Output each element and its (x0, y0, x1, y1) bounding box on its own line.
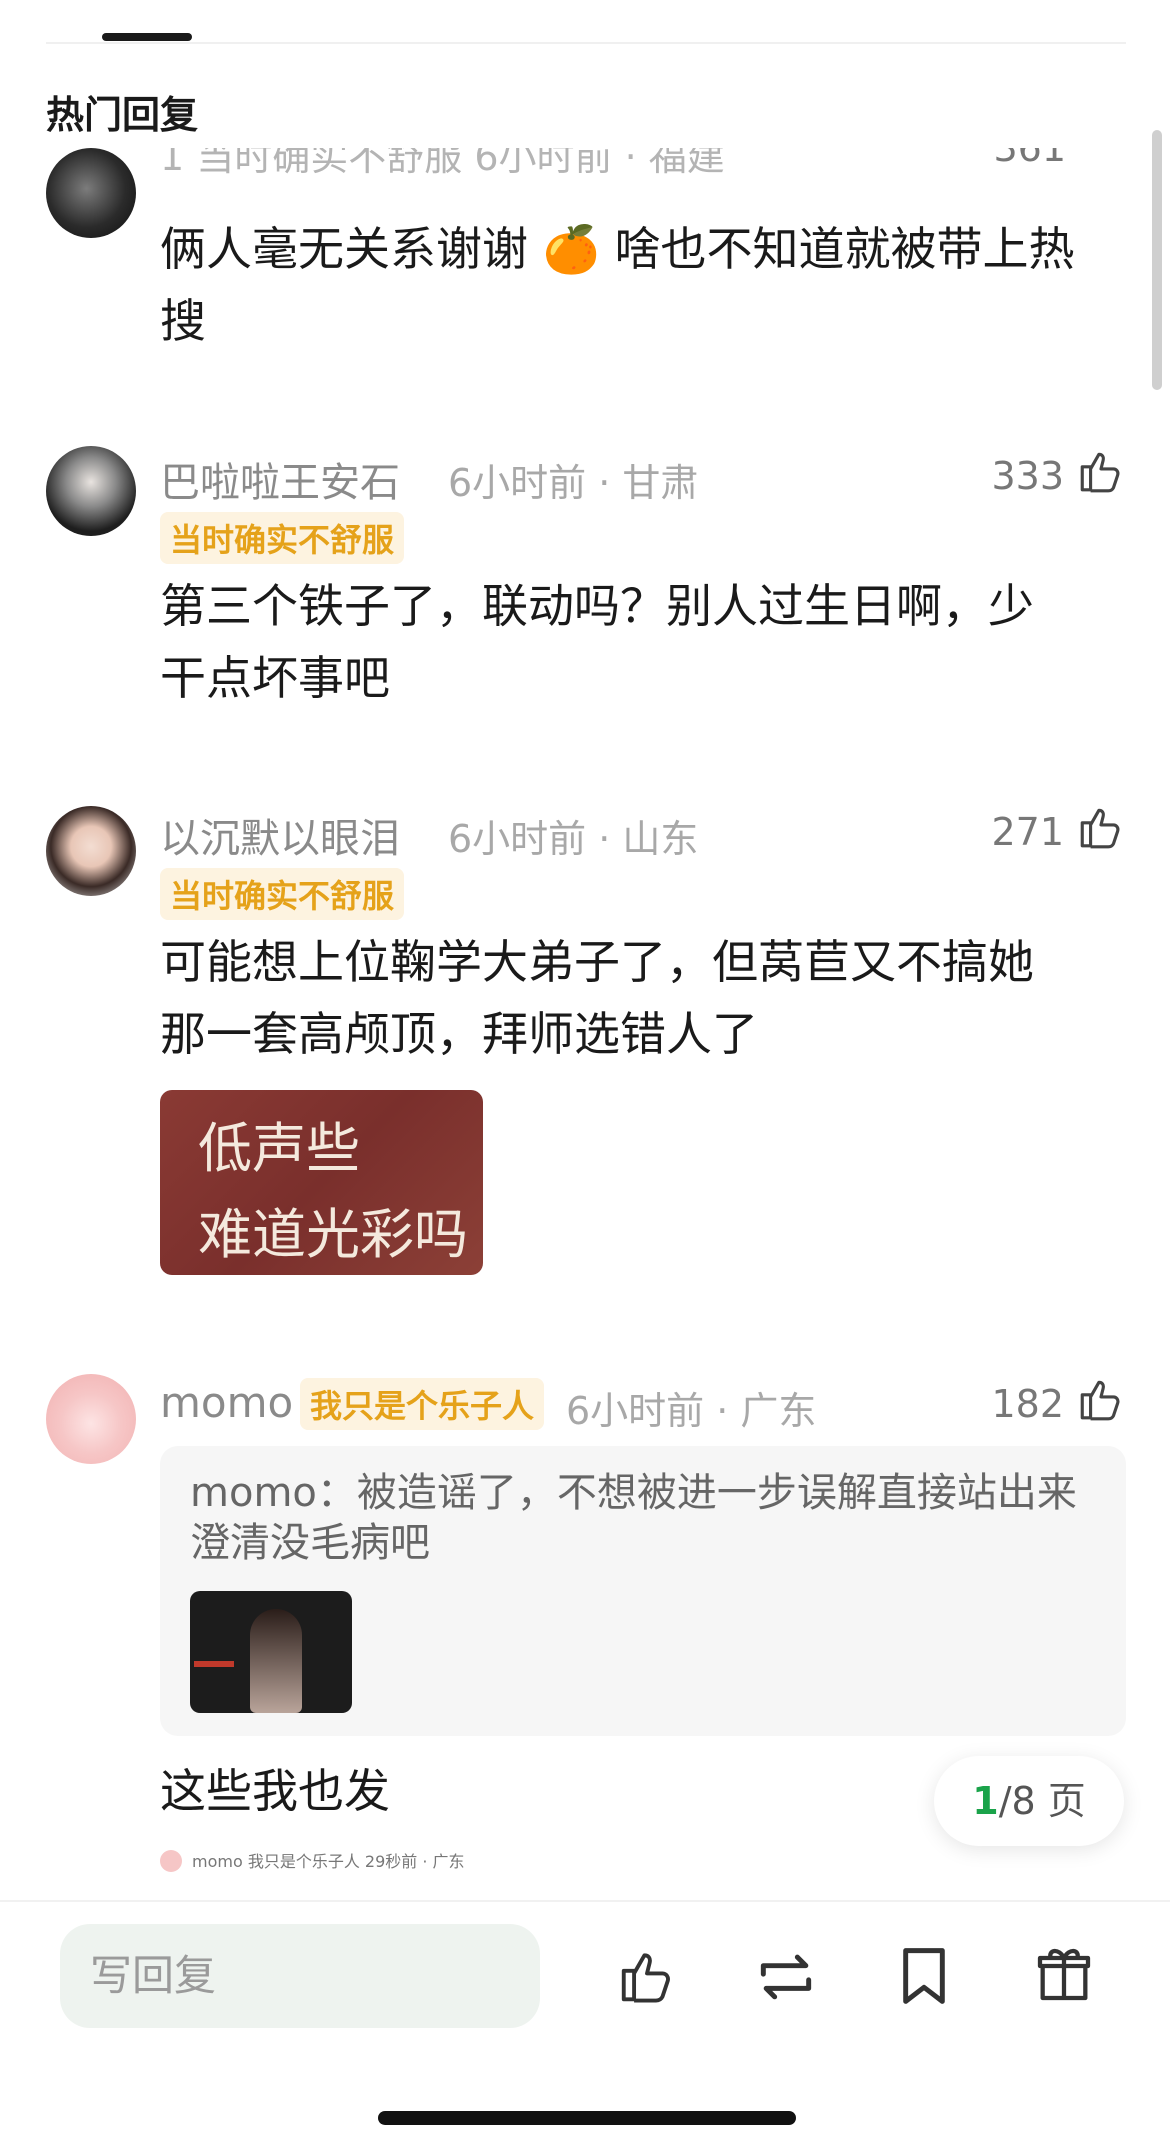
quoted-image[interactable] (190, 1591, 352, 1713)
comment-text-line: 那一套高颅顶，拜师选错人了 (160, 1007, 758, 1061)
screenshot-preview-text: momo 我只是个乐子人 29秒前 · 广东 (192, 1852, 465, 1871)
quote-text-line: momo：被造谣了，不想被进一步误解直接站出来 (190, 1470, 1077, 1516)
sticker-image[interactable]: 低声些 难道光彩吗 (160, 1090, 483, 1275)
comment-text: 可能想上位鞠学大弟子了，但莴苣又不搞她 那一套高颅顶，拜师选错人了 (160, 926, 1126, 1070)
thumbs-up-icon[interactable] (1076, 802, 1126, 852)
pagination-indicator[interactable]: 1/8 页 (934, 1756, 1124, 1846)
thumbs-up-icon[interactable] (616, 1945, 678, 2007)
comment-text-line: 第三个铁子了，联动吗？别人过生日啊，少 (160, 579, 1034, 633)
comment-header-clipped: 1 当时确实不舒服 6小时前 · 福建 361 (160, 148, 1126, 192)
thumbs-up-icon[interactable] (1076, 1374, 1126, 1424)
avatar (160, 1850, 182, 1872)
quoted-reply-text: momo：被造谣了，不想被进一步误解直接站出来 澄清没毛病吧 (190, 1468, 1090, 1568)
sticker-text-line: 低声些 (198, 1117, 360, 1180)
avatar[interactable] (46, 1374, 136, 1464)
comment-meta: 6小时前 · 广东 (566, 1389, 817, 1433)
sticker-text-line: 难道光彩吗 (198, 1203, 468, 1266)
comment-text: 俩人毫无关系谢谢 🍊 啥也不知道就被带上热 搜 (160, 213, 1126, 357)
gift-icon[interactable] (1034, 1942, 1094, 2006)
avatar[interactable] (46, 446, 136, 536)
image-caption-mark (194, 1661, 234, 1667)
bookmark-icon[interactable] (898, 1945, 950, 2007)
comment-text-line: 干点坏事吧 (160, 651, 390, 705)
comment-meta: 6小时前 · 山东 (448, 817, 699, 861)
section-title: 热门回复 (46, 93, 199, 137)
top-divider (46, 42, 1126, 44)
username[interactable]: 巴啦啦王安石 (160, 450, 400, 508)
tab-indicator (102, 33, 192, 41)
like-count: 182 (991, 1382, 1064, 1426)
like-count: 333 (991, 454, 1064, 498)
scrollbar[interactable] (1152, 130, 1162, 390)
thumbs-up-icon[interactable] (1076, 446, 1126, 496)
partial-header: 1 当时确实不舒服 6小时前 · 福建 (160, 148, 725, 179)
repost-icon[interactable] (752, 1948, 820, 2006)
image-figure (250, 1609, 302, 1713)
title-badge: 当时确实不舒服 (160, 512, 405, 564)
avatar[interactable] (46, 806, 136, 896)
reply-input[interactable]: 写回复 (60, 1924, 540, 2028)
quote-text-line: 澄清没毛病吧 (190, 1520, 430, 1566)
like-count: 271 (991, 810, 1064, 854)
avatar[interactable] (46, 148, 136, 238)
home-indicator (378, 2111, 796, 2125)
comment-text: 这些我也发 (160, 1764, 390, 1818)
comment-meta: 6小时前 · 甘肃 (448, 461, 699, 505)
comment-text-line: 俩人毫无关系谢谢 🍊 啥也不知道就被带上热 (160, 222, 1075, 276)
page-total: /8 页 (998, 1779, 1086, 1823)
like-count: 361 (993, 148, 1066, 170)
username[interactable]: 以沉默以眼泪 (160, 806, 400, 864)
comment-text-line: 搜 (160, 294, 206, 348)
comment-text: 第三个铁子了，联动吗？别人过生日啊，少 干点坏事吧 (160, 570, 1126, 714)
comment-text-line: 可能想上位鞠学大弟子了，但莴苣又不搞她 (160, 935, 1034, 989)
title-badge: 当时确实不舒服 (160, 868, 405, 920)
quoted-reply[interactable]: momo：被造谣了，不想被进一步误解直接站出来 澄清没毛病吧 (160, 1446, 1126, 1736)
page-current: 1 (972, 1779, 999, 1823)
username[interactable]: momo (160, 1378, 293, 1427)
title-badge: 我只是个乐子人 (300, 1378, 545, 1430)
